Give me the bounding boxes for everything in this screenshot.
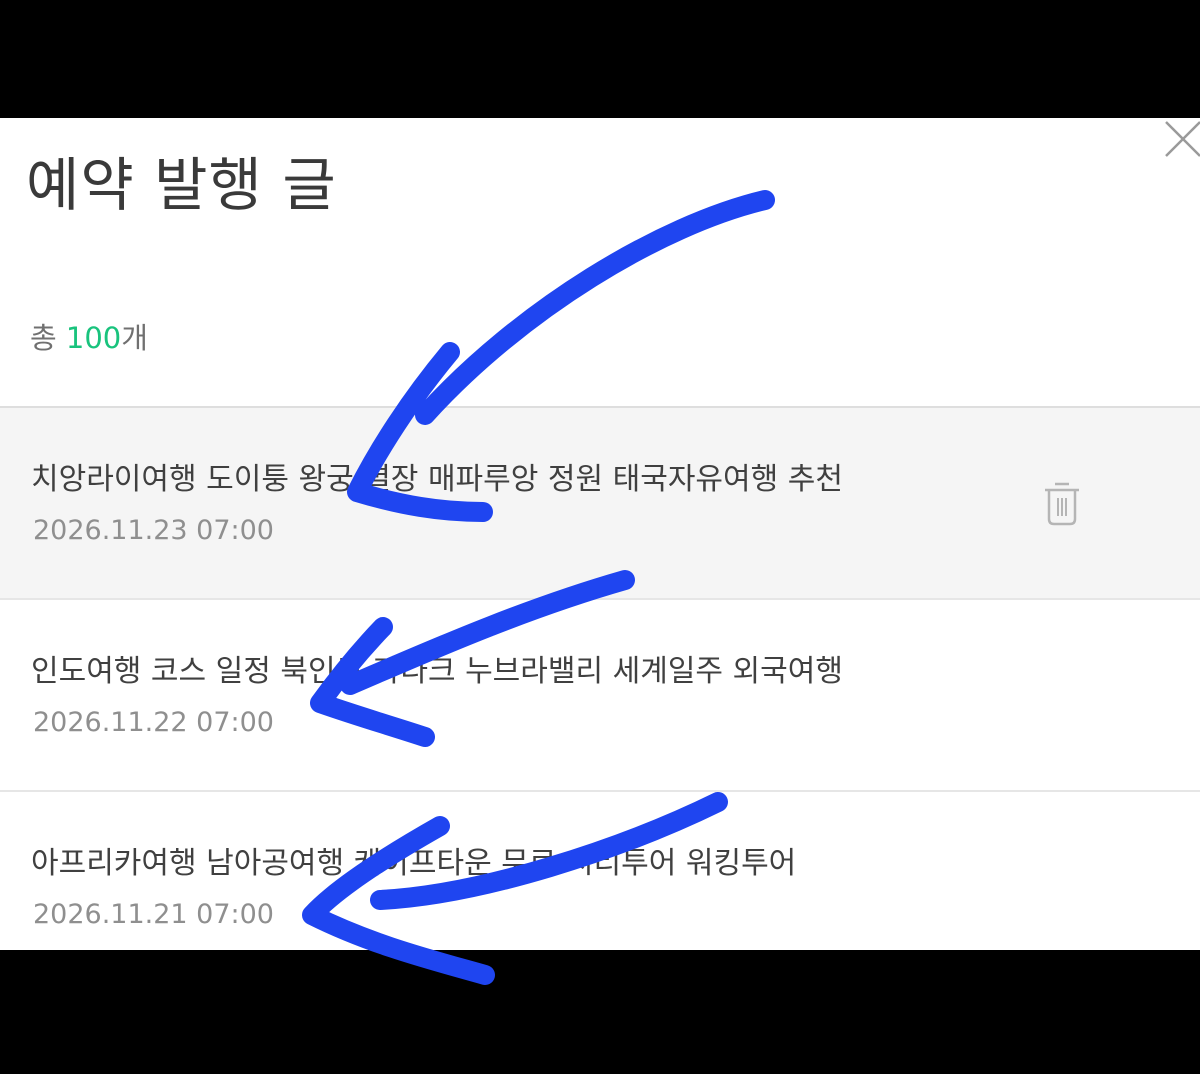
post-count-suffix: 개 bbox=[121, 321, 148, 355]
close-button[interactable] bbox=[1158, 118, 1200, 164]
scheduled-post-item[interactable]: 아프리카여행 남아공여행 케이프타운 무료 시티투어 워킹투어 2026.11.… bbox=[0, 792, 1200, 950]
scheduled-post-item[interactable]: 치앙라이여행 도이퉁 왕궁 별장 매파루앙 정원 태국자유여행 추천 2026.… bbox=[0, 408, 1200, 600]
post-datetime: 2026.11.21 07:00 bbox=[33, 899, 274, 930]
dialog-title: 예약 발행 글 bbox=[26, 151, 337, 219]
post-title: 치앙라이여행 도이퉁 왕궁 별장 매파루앙 정원 태국자유여행 추천 bbox=[31, 462, 843, 497]
scheduled-posts-dialog: 예약 발행 글 총 100개 치앙라이여행 도이퉁 왕궁 별장 매파루앙 정원 … bbox=[0, 118, 1200, 950]
close-icon bbox=[1165, 121, 1200, 157]
screenshot-stage: 예약 발행 글 총 100개 치앙라이여행 도이퉁 왕궁 별장 매파루앙 정원 … bbox=[0, 0, 1200, 1074]
post-title: 아프리카여행 남아공여행 케이프타운 무료 시티투어 워킹투어 bbox=[31, 846, 797, 881]
post-datetime: 2026.11.23 07:00 bbox=[33, 515, 274, 546]
post-count: 총 100개 bbox=[30, 324, 148, 353]
post-title: 인도여행 코스 일정 북인도 라다크 누브라밸리 세계일주 외국여행 bbox=[31, 654, 843, 689]
scheduled-post-item[interactable]: 인도여행 코스 일정 북인도 라다크 누브라밸리 세계일주 외국여행 2026.… bbox=[0, 600, 1200, 792]
trash-icon bbox=[1045, 482, 1079, 526]
post-datetime: 2026.11.22 07:00 bbox=[33, 707, 274, 738]
delete-post-button[interactable] bbox=[1040, 479, 1084, 529]
scheduled-post-list: 치앙라이여행 도이퉁 왕궁 별장 매파루앙 정원 태국자유여행 추천 2026.… bbox=[0, 406, 1200, 950]
post-count-prefix: 총 bbox=[30, 321, 66, 355]
post-count-number: 100 bbox=[65, 321, 122, 355]
